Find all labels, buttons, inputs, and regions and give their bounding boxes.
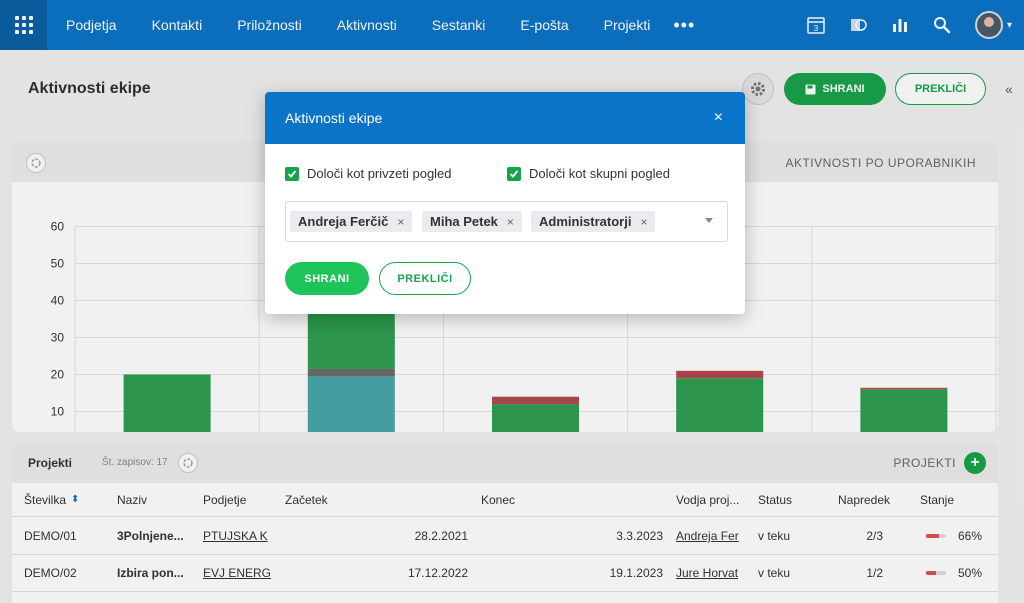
user-tag-label: Andreja Ferčič <box>298 214 389 229</box>
users-multiselect[interactable]: Andreja Ferčič × Miha Petek × Administra… <box>285 201 728 242</box>
remove-tag-icon[interactable]: × <box>640 215 647 229</box>
user-tag: Andreja Ferčič × <box>290 211 413 232</box>
modal-header: Aktivnosti ekipe × <box>265 92 745 144</box>
modal-title: Aktivnosti ekipe <box>285 110 383 126</box>
modal-cancel-button[interactable]: PREKLIČI <box>379 262 471 295</box>
user-tag: Miha Petek × <box>422 211 522 232</box>
remove-tag-icon[interactable]: × <box>397 215 404 229</box>
user-tag-label: Miha Petek <box>430 214 498 229</box>
default-view-checkbox[interactable]: Določi kot privzeti pogled <box>285 166 452 181</box>
modal-save-button[interactable]: SHRANI <box>285 262 369 295</box>
user-tag: Administratorji × <box>531 211 656 232</box>
checkmark-icon <box>507 166 521 181</box>
remove-tag-icon[interactable]: × <box>507 215 514 229</box>
team-activities-modal: Aktivnosti ekipe × Določi kot privzeti p… <box>265 92 745 314</box>
shared-view-label: Določi kot skupni pogled <box>529 166 670 181</box>
default-view-label: Določi kot privzeti pogled <box>307 166 452 181</box>
checkmark-icon <box>285 166 299 181</box>
user-tag-label: Administratorji <box>539 214 632 229</box>
close-icon[interactable]: × <box>714 110 723 126</box>
dropdown-caret-icon[interactable] <box>705 218 713 223</box>
shared-view-checkbox[interactable]: Določi kot skupni pogled <box>507 166 670 181</box>
